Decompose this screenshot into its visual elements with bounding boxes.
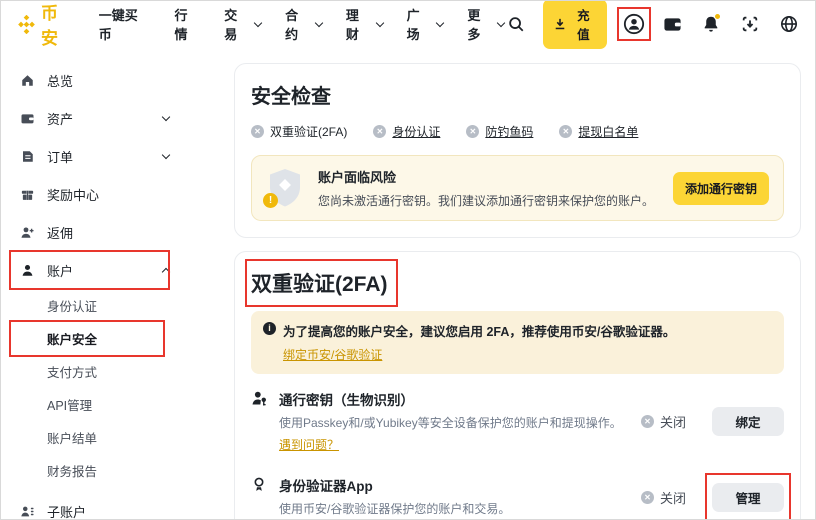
status-off-icon: ✕ — [373, 125, 386, 138]
sidebar: 总览 资产 订单 奖励中心 返佣 — [1, 47, 233, 519]
sidebar-item-sub-accounts[interactable]: 子账户 — [19, 492, 169, 520]
account-security-page: 币安 一键买币 行情 交易 合约 理财 广场 更多 充 — [0, 0, 816, 520]
passkey-help-link[interactable]: 遇到问题？ — [279, 436, 339, 453]
sidebar-item-financial-reports[interactable]: 财务报告 — [19, 454, 169, 487]
risk-alert-desc: 您尚未激活通行密钥。我们建议添加通行密钥来保护您的账户。 — [318, 192, 659, 209]
nav-trade[interactable]: 交易 — [224, 5, 261, 43]
sub-accounts-icon — [19, 504, 36, 519]
authenticator-app-icon — [251, 475, 279, 493]
warning-icon: ! — [263, 193, 278, 208]
check-item-identity[interactable]: ✕ 身份认证 — [373, 123, 440, 140]
status-off-icon: ✕ — [559, 125, 572, 138]
sidebar-item-account[interactable]: 账户 — [19, 251, 169, 289]
notifications-bell-icon[interactable] — [699, 12, 723, 36]
sidebar-item-payment-methods[interactable]: 支付方式 — [19, 355, 169, 388]
binance-logo-icon — [17, 15, 36, 34]
download-app-icon[interactable] — [738, 12, 762, 36]
risk-alert-title: 账户面临风险 — [318, 167, 659, 186]
chevron-down-icon — [315, 18, 323, 26]
two-factor-title: 双重验证(2FA) — [251, 268, 388, 298]
main-menu: 一键买币 行情 交易 合约 理财 广场 更多 — [99, 5, 504, 43]
deposit-icon — [554, 18, 566, 30]
nav-earn[interactable]: 理财 — [346, 5, 383, 43]
chevron-down-icon — [162, 150, 170, 158]
assets-wallet-icon — [19, 111, 36, 126]
sidebar-item-account-statement[interactable]: 账户结单 — [19, 421, 169, 454]
passkey-title: 通行密钥（生物识别） — [279, 389, 631, 409]
bind-authenticator-link[interactable]: 绑定币安/谷歌验证 — [283, 346, 382, 363]
passkey-icon — [251, 389, 279, 407]
authenticator-row: 身份验证器App 使用币安/谷歌验证器保护您的账户和交易。 ✕ 关闭 管理 — [251, 475, 784, 518]
authenticator-status: ✕ 关闭 — [641, 488, 686, 507]
two-factor-info-box: i 为了提高您的账户安全，建议您启用 2FA，推荐使用币安/谷歌验证器。 绑定币… — [251, 311, 784, 374]
sidebar-item-api-management[interactable]: API管理 — [19, 388, 169, 421]
passkey-row: 通行密钥（生物识别） 使用Passkey和/或Yubikey等安全设备保护您的账… — [251, 389, 784, 454]
two-factor-card: 双重验证(2FA) i 为了提高您的账户安全，建议您启用 2FA，推荐使用币安/… — [234, 251, 801, 520]
profile-avatar-icon[interactable] — [622, 12, 646, 36]
nav-buy-crypto[interactable]: 一键买币 — [99, 5, 151, 43]
authenticator-info: 身份验证器App 使用币安/谷歌验证器保护您的账户和交易。 — [279, 475, 641, 518]
nav-markets[interactable]: 行情 — [174, 5, 200, 43]
nav-more[interactable]: 更多 — [467, 5, 504, 43]
top-navbar: 币安 一键买币 行情 交易 合约 理财 广场 更多 充 — [1, 1, 815, 47]
shield-icon: ! — [266, 167, 304, 209]
header-actions: 充值 — [504, 0, 801, 49]
status-off-icon: ✕ — [251, 125, 264, 138]
check-item-antiphishing[interactable]: ✕ 防钓鱼码 — [466, 123, 533, 140]
info-icon: i — [263, 322, 276, 335]
binance-logo[interactable]: 币安 — [17, 0, 77, 49]
security-check-title: 安全检查 — [251, 80, 784, 109]
passkey-bind-button[interactable]: 绑定 — [712, 407, 784, 436]
referral-icon — [19, 225, 36, 240]
nav-square[interactable]: 广场 — [407, 5, 444, 43]
check-item-2fa: ✕ 双重验证(2FA) — [251, 123, 347, 140]
search-icon[interactable] — [504, 12, 528, 36]
status-off-icon: ✕ — [466, 125, 479, 138]
account-user-icon — [19, 263, 36, 278]
security-check-card: 安全检查 ✕ 双重验证(2FA) ✕ 身份认证 ✕ 防钓鱼码 ✕ 提现白名单 — [234, 63, 801, 238]
chevron-down-icon — [375, 18, 383, 26]
security-checklist: ✕ 双重验证(2FA) ✕ 身份认证 ✕ 防钓鱼码 ✕ 提现白名单 — [251, 123, 784, 140]
sidebar-item-identity-verification[interactable]: 身份认证 — [19, 289, 169, 322]
deposit-button[interactable]: 充值 — [543, 0, 607, 49]
sidebar-item-referral[interactable]: 返佣 — [19, 213, 169, 251]
risk-alert-text: 账户面临风险 您尚未激活通行密钥。我们建议添加通行密钥来保护您的账户。 — [318, 167, 659, 209]
status-off-icon: ✕ — [641, 415, 654, 428]
two-factor-info-text: i 为了提高您的账户安全，建议您启用 2FA，推荐使用币安/谷歌验证器。 — [263, 321, 772, 340]
passkey-status: ✕ 关闭 — [641, 412, 686, 431]
authenticator-desc: 使用币安/谷歌验证器保护您的账户和交易。 — [279, 501, 631, 518]
wallet-icon[interactable] — [661, 12, 685, 36]
chevron-down-icon — [254, 18, 262, 26]
orders-icon — [19, 149, 36, 164]
nav-futures[interactable]: 合约 — [285, 5, 322, 43]
authenticator-title: 身份验证器App — [279, 475, 631, 495]
chevron-down-icon — [162, 112, 170, 120]
check-item-withdrawal-whitelist[interactable]: ✕ 提现白名单 — [559, 123, 638, 140]
sidebar-item-rewards-hub[interactable]: 奖励中心 — [19, 175, 169, 213]
passkey-info: 通行密钥（生物识别） 使用Passkey和/或Yubikey等安全设备保护您的账… — [279, 389, 641, 454]
add-passkey-button[interactable]: 添加通行密钥 — [673, 172, 769, 205]
sidebar-item-orders[interactable]: 订单 — [19, 137, 169, 175]
home-icon — [19, 73, 36, 88]
authenticator-manage-button[interactable]: 管理 — [712, 483, 784, 512]
sidebar-item-account-security[interactable]: 账户安全 — [19, 322, 169, 355]
sidebar-item-overview[interactable]: 总览 — [19, 61, 169, 99]
status-off-icon: ✕ — [641, 491, 654, 504]
sidebar-item-assets[interactable]: 资产 — [19, 99, 169, 137]
brand-name: 币安 — [41, 0, 77, 49]
passkey-desc: 使用Passkey和/或Yubikey等安全设备保护您的账户和提现操作。 — [279, 415, 631, 432]
chevron-up-icon — [162, 267, 170, 275]
main-content: 安全检查 ✕ 双重验证(2FA) ✕ 身份认证 ✕ 防钓鱼码 ✕ 提现白名单 — [234, 47, 801, 519]
risk-alert-banner: ! 账户面临风险 您尚未激活通行密钥。我们建议添加通行密钥来保护您的账户。 添加… — [251, 155, 784, 221]
chevron-down-icon — [436, 18, 444, 26]
language-globe-icon[interactable] — [777, 12, 801, 36]
rewards-icon — [19, 187, 36, 202]
